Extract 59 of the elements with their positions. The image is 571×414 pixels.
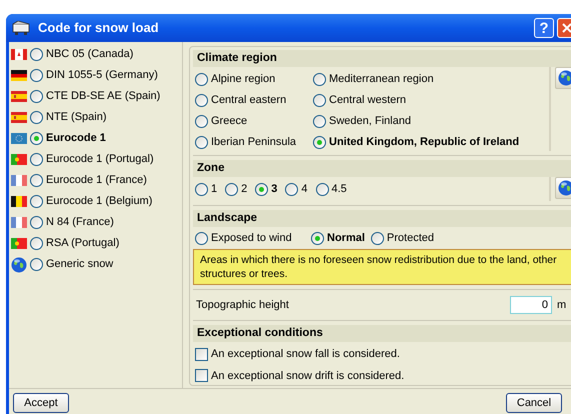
app-icon xyxy=(12,21,32,35)
checkbox-option[interactable]: An exceptional snow drift is considered. xyxy=(195,368,571,384)
code-option[interactable]: Eurocode 1 xyxy=(30,130,106,147)
code-option[interactable]: NTE (Spain) xyxy=(30,109,107,126)
close-icon xyxy=(562,23,571,33)
code-option[interactable]: DIN 1055-5 (Germany) xyxy=(30,67,158,84)
radio-button[interactable]: Protected xyxy=(370,230,434,246)
info-note: Areas in which there is no foreseen snow redistribution due to the land, other structures or trees. xyxy=(193,249,571,285)
flag-icon xyxy=(11,238,27,249)
section-header: Climate region xyxy=(193,50,571,67)
code-option[interactable]: Eurocode 1 (France) xyxy=(30,172,147,189)
radio-button[interactable]: Alpine region xyxy=(195,71,276,88)
help-button[interactable]: ? xyxy=(534,18,554,38)
radio-button[interactable]: United Kingdom, Republic of Ireland xyxy=(313,134,520,151)
radio-button[interactable]: Sweden, Finland xyxy=(313,113,411,130)
radio-button[interactable]: Normal xyxy=(311,230,365,246)
globe-button[interactable] xyxy=(555,177,571,199)
flag-icon xyxy=(11,49,27,60)
radio-button[interactable]: 3 xyxy=(255,180,278,198)
checkbox-option[interactable]: An exceptional snow fall is considered. xyxy=(195,346,571,362)
code-option[interactable]: CTE DB-SE AE (Spain) xyxy=(30,88,160,105)
accept-button[interactable]: Accept xyxy=(13,393,69,413)
window-title: Code for snow load xyxy=(38,19,159,38)
radio-button[interactable]: 4.5 xyxy=(316,180,347,198)
close-button[interactable] xyxy=(557,18,571,38)
globe-icon xyxy=(11,256,27,272)
radio-button[interactable]: Greece xyxy=(195,113,248,130)
flag-icon xyxy=(11,70,27,81)
unit-label: m xyxy=(557,298,568,313)
code-option[interactable]: NBC 05 (Canada) xyxy=(30,46,134,63)
cancel-button[interactable]: Cancel xyxy=(506,393,562,413)
radio-button[interactable]: Iberian Peninsula xyxy=(195,134,296,151)
radio-button[interactable]: 1 xyxy=(195,180,218,198)
code-option[interactable]: Generic snow xyxy=(30,256,114,273)
section-header: Landscape xyxy=(193,210,571,227)
code-option[interactable]: RSA (Portugal) xyxy=(30,235,120,252)
radio-button[interactable]: Mediterranean region xyxy=(313,71,434,88)
flag-icon xyxy=(11,91,27,102)
code-option[interactable]: N 84 (France) xyxy=(30,214,114,231)
field-label: Topographic height xyxy=(196,298,289,313)
globe-icon xyxy=(558,70,571,86)
radio-button[interactable]: Exposed to wind xyxy=(195,230,305,246)
code-option[interactable]: Eurocode 1 (Portugal) xyxy=(30,151,154,168)
code-option[interactable]: Eurocode 1 (Belgium) xyxy=(30,193,152,210)
globe-button[interactable] xyxy=(555,67,571,89)
input-field[interactable]: 0 xyxy=(510,296,552,314)
radio-button[interactable]: 4 xyxy=(285,180,308,198)
flag-icon xyxy=(11,133,27,144)
flag-icon xyxy=(11,112,27,123)
radio-button[interactable]: Central eastern xyxy=(195,92,286,109)
flag-icon xyxy=(11,175,27,186)
radio-button[interactable]: Central western xyxy=(313,92,406,109)
globe-icon xyxy=(558,180,571,196)
radio-button[interactable]: 2 xyxy=(225,180,248,198)
section-header: Zone xyxy=(193,160,571,177)
flag-icon xyxy=(11,154,27,165)
section-header: Exceptional conditions xyxy=(193,325,571,342)
flag-icon xyxy=(11,217,27,228)
flag-icon xyxy=(11,196,27,207)
